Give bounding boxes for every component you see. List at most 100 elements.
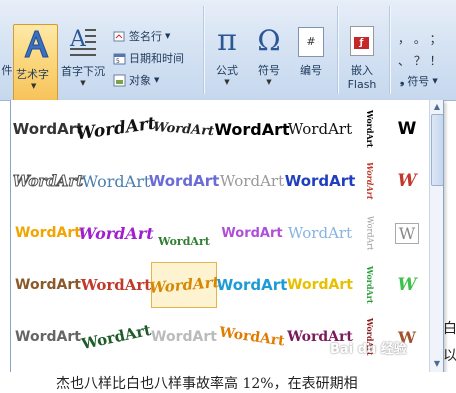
embed-flash-button[interactable]: ƒ 嵌入 Flash: [342, 26, 382, 91]
equation-dropdown-arrow: ▼: [224, 78, 230, 86]
numbering-icon: #: [298, 27, 324, 57]
wordart-style-7-text: W: [397, 119, 417, 139]
wordart-style-20-text: WordArt: [365, 215, 375, 251]
wordart-style-17[interactable]: WordArt: [151, 210, 217, 256]
wordart-style-12-text: WordArt: [284, 172, 356, 190]
date-time-button[interactable]: 5 日期和时间: [113, 50, 184, 66]
wordart-label: 艺术字: [16, 68, 49, 81]
wordart-style-8[interactable]: WordArt: [12, 158, 84, 204]
wordart-style-25[interactable]: WordArt: [217, 262, 288, 308]
wordart-style-24-selected[interactable]: WordArt: [148, 262, 220, 308]
wordart-style-18[interactable]: WordArt: [219, 210, 285, 256]
date-time-label: 日期和时间: [129, 52, 184, 65]
wordart-style-26[interactable]: WordArt: [287, 262, 353, 308]
gallery-scrollbar[interactable]: ▲ ▼: [429, 100, 443, 372]
wordart-style-4[interactable]: WordArt: [214, 106, 289, 152]
calendar-icon: 5: [113, 52, 126, 65]
object-button[interactable]: 对象 ▼: [113, 72, 159, 88]
wordart-style-16-text: WordArt: [78, 223, 154, 243]
signature-label: 签名行: [129, 30, 162, 43]
punctuation-row-1-text: ， 。 ；: [398, 32, 442, 46]
wordart-style-8-text: WordArt: [12, 172, 84, 191]
document-text-line: 杰也八样比白也八样事故率高 12%，在表研期相: [56, 376, 358, 392]
document-side-char-1: 白: [443, 321, 456, 337]
wordart-style-3[interactable]: WordArt: [151, 106, 217, 152]
symbol-small-button[interactable]: ❟ 符号 ▼: [400, 73, 438, 89]
symbol-small-label: 符号: [407, 75, 430, 88]
dropcap-label: 首字下沉: [61, 65, 105, 78]
scroll-down-arrow-icon[interactable]: ▼: [431, 357, 443, 370]
equation-label: 公式: [216, 64, 238, 77]
omega-icon: Ω: [257, 24, 281, 57]
wordart-style-6[interactable]: WordArt: [355, 106, 385, 152]
wordart-style-14-text: W: [397, 171, 417, 191]
wordart-style-13[interactable]: WordArt: [355, 158, 385, 204]
wordart-style-3-text: WordArt: [153, 119, 215, 139]
wordart-style-27[interactable]: WordArt: [355, 262, 385, 308]
pi-icon: π: [217, 23, 237, 58]
wordart-style-27-text: WordArt: [365, 266, 375, 304]
wordart-style-21[interactable]: W: [389, 210, 425, 256]
wordart-style-28-text: W: [397, 275, 417, 295]
wordart-style-5-text: WordArt: [287, 120, 353, 138]
wordart-style-23[interactable]: WordArt: [80, 262, 152, 308]
wordart-style-2-text: WordArt: [75, 113, 157, 145]
wordart-style-26-text: WordArt: [287, 277, 353, 293]
numbering-label: 编号: [300, 64, 322, 77]
wordart-gallery: WordArt WordArt WordArt WordArt WordArt …: [10, 100, 444, 373]
wordart-style-19[interactable]: WordArt: [287, 210, 353, 256]
symbol-dropdown-arrow: ▼: [266, 78, 272, 86]
scroll-up-arrow-icon[interactable]: ▲: [431, 100, 443, 113]
wordart-style-5[interactable]: WordArt: [287, 106, 353, 152]
wordart-style-17-text: WordArt: [158, 234, 210, 248]
wordart-style-10[interactable]: WordArt: [149, 158, 220, 204]
wordart-style-31[interactable]: WordArt: [151, 314, 217, 360]
wordart-style-6-text: WordArt: [365, 110, 375, 148]
flash-label: Flash: [347, 78, 377, 91]
wordart-dropdown-arrow: ▼: [31, 82, 37, 90]
wordart-style-30[interactable]: WordArt: [80, 314, 153, 360]
symbol-label: 符号: [258, 64, 280, 77]
wordart-style-14[interactable]: W: [389, 158, 425, 204]
wordart-style-32[interactable]: WordArt: [218, 314, 285, 360]
svg-text:5: 5: [116, 58, 120, 65]
ribbon-group-separator: [337, 6, 338, 94]
wordart-button[interactable]: 艺术字 ▼: [13, 24, 58, 102]
scrollbar-thumb[interactable]: [431, 114, 443, 186]
wordart-style-30-text: WordArt: [79, 320, 153, 354]
symbol-small-icon: ❟: [400, 74, 405, 87]
symbol-small-dropdown-arrow: ▼: [432, 77, 438, 85]
insert-ribbon: 件 艺术字 ▼ A 首字下沉 ▼ 签名行 ▼ 5 日期和时间 对象 ▼ π 公式…: [0, 0, 456, 102]
wordart-style-11[interactable]: WordArt: [219, 158, 285, 204]
wordart-style-13-text: WordArt: [365, 162, 375, 200]
wordart-style-28[interactable]: W: [389, 262, 425, 308]
wordart-style-2[interactable]: WordArt: [75, 106, 157, 152]
part-button-partial[interactable]: 件: [0, 62, 14, 78]
wordart-style-1[interactable]: WordArt: [12, 106, 84, 152]
wordart-style-23-text: WordArt: [80, 276, 152, 294]
wordart-style-22[interactable]: WordArt: [15, 262, 81, 308]
wordart-style-7[interactable]: W: [389, 106, 425, 152]
wordart-style-29[interactable]: WordArt: [15, 314, 81, 360]
wordart-style-29-text: WordArt: [15, 329, 81, 345]
document-side-char-2: 以: [443, 348, 456, 364]
numbering-button[interactable]: # 编号: [292, 24, 330, 78]
dropcap-button[interactable]: A 首字下沉 ▼: [58, 24, 108, 87]
signature-dropdown-arrow: ▼: [165, 32, 171, 40]
flash-document-icon: ƒ: [350, 26, 374, 56]
object-label: 对象: [129, 74, 151, 87]
signature-line-button[interactable]: 签名行 ▼: [113, 28, 170, 44]
dropcap-dropdown-arrow: ▼: [80, 79, 86, 87]
wordart-style-9[interactable]: WordArt: [82, 158, 151, 204]
wordart-style-12[interactable]: WordArt: [284, 158, 356, 204]
punctuation-row-2[interactable]: 、 ？ ！: [398, 52, 442, 69]
symbol-button[interactable]: Ω 符号 ▼: [250, 24, 288, 86]
wordart-style-20[interactable]: WordArt: [355, 210, 385, 256]
wordart-style-16[interactable]: WordArt: [78, 210, 153, 256]
punctuation-row-1[interactable]: ， 。 ；: [398, 30, 442, 47]
equation-button[interactable]: π 公式 ▼: [208, 23, 246, 87]
ribbon-group-separator: [203, 6, 204, 94]
wordart-style-21-text: W: [394, 222, 420, 244]
wordart-style-15[interactable]: WordArt: [15, 210, 81, 256]
wordart-style-1-text: WordArt: [12, 120, 84, 138]
